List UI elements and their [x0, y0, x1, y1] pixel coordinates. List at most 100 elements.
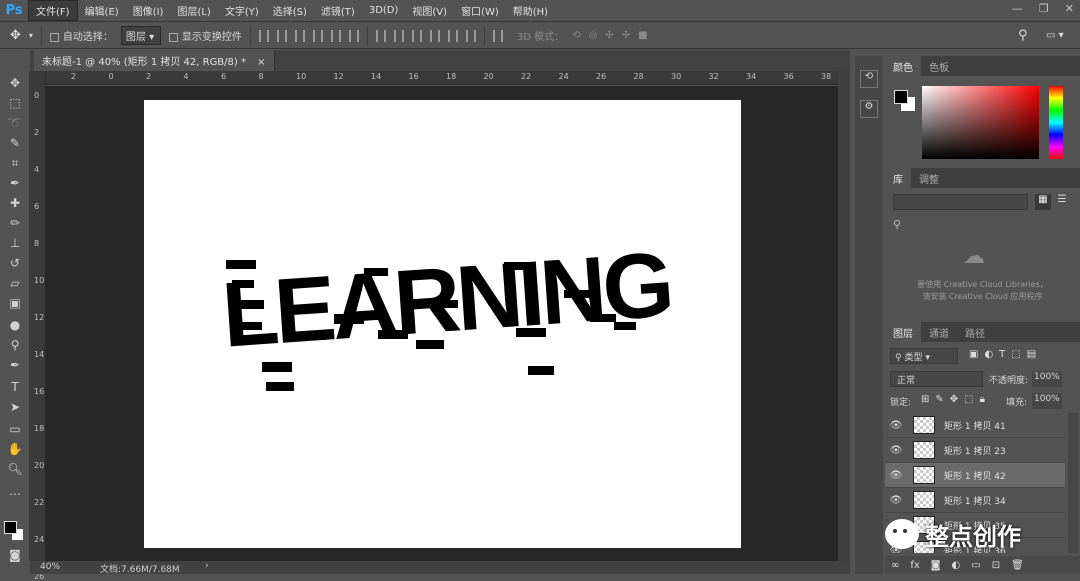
menu-window[interactable]: 窗口(W)	[454, 1, 506, 20]
history-panel-icon[interactable]: ⟲	[860, 70, 878, 88]
hand-tool-icon[interactable]: ✋	[7, 441, 23, 457]
group-icon[interactable]: ▭	[971, 560, 980, 571]
eraser-tool-icon[interactable]: ▱	[7, 275, 23, 291]
tab-layers[interactable]: 图层	[885, 321, 921, 343]
foreground-color-swatch[interactable]	[4, 521, 17, 534]
3d-scale-icon[interactable]: ■	[638, 30, 647, 41]
history-brush-tool-icon[interactable]: ↺	[7, 255, 23, 271]
align-middle-icon[interactable]	[276, 29, 287, 42]
align-center-icon[interactable]	[330, 29, 341, 42]
fx-icon[interactable]: fx	[910, 560, 919, 571]
grid-view-icon[interactable]: ▦	[1035, 194, 1051, 210]
3d-roll-icon[interactable]: ◎	[589, 30, 598, 41]
quick-mask-icon[interactable]: ◙	[7, 547, 23, 563]
visibility-eye-icon[interactable]: 👁︎	[885, 495, 907, 506]
auto-select-dropdown[interactable]: 图层 ▾	[120, 26, 161, 45]
distribute-bottom-icon[interactable]	[411, 29, 422, 42]
list-view-icon[interactable]: ☰	[1054, 194, 1070, 210]
new-layer-icon[interactable]: ⊡	[992, 560, 1000, 571]
dodge-tool-icon[interactable]: ⚲	[7, 337, 23, 353]
properties-panel-icon[interactable]: ⚙	[860, 100, 878, 118]
blur-tool-icon[interactable]: ●	[7, 317, 23, 333]
vertical-scrollbar[interactable]	[838, 71, 850, 561]
distribute-middle-icon[interactable]	[393, 29, 404, 42]
delete-layer-icon[interactable]: 🗑︎	[1011, 560, 1024, 571]
search-icon[interactable]: ⚲	[1018, 28, 1028, 43]
rectangle-tool-icon[interactable]: ▭	[7, 421, 23, 437]
color-picker-field[interactable]	[922, 86, 1039, 159]
gradient-tool-icon[interactable]: ▣	[7, 295, 23, 311]
3d-slide-icon[interactable]: ✢	[622, 30, 630, 41]
align-bottom-icon[interactable]	[294, 29, 305, 42]
menu-image[interactable]: 图像(I)	[126, 1, 171, 20]
eyedropper-tool-icon[interactable]: ✒	[7, 175, 23, 191]
visibility-eye-icon[interactable]: 👁︎	[885, 470, 907, 481]
menu-help[interactable]: 帮助(H)	[506, 1, 555, 20]
healing-brush-tool-icon[interactable]: ✚	[7, 195, 23, 211]
menu-view[interactable]: 视图(V)	[405, 1, 454, 20]
tab-color[interactable]: 颜色	[885, 55, 921, 77]
show-transform-checkbox[interactable]: 显示变换控件	[168, 28, 242, 43]
quick-select-tool-icon[interactable]: ✎	[7, 135, 23, 151]
layer-row[interactable]: 👁︎ 矩形 1 拷贝 41	[885, 413, 1065, 438]
move-tool-icon[interactable]: ✥	[10, 28, 21, 43]
marquee-tool-icon[interactable]: ⬚	[7, 95, 23, 111]
align-top-icon[interactable]	[258, 29, 269, 42]
lasso-tool-icon[interactable]: ➰	[7, 115, 23, 131]
layer-row[interactable]: 👁︎ 矩形 1 拷贝 42	[885, 463, 1065, 488]
mask-icon[interactable]: ◙	[931, 560, 941, 571]
layer-row[interactable]: 👁︎ 矩形 1 拷贝 23	[885, 438, 1065, 463]
tab-adjustments[interactable]: 调整	[911, 168, 947, 189]
menu-type[interactable]: 文字(Y)	[218, 1, 266, 20]
menu-edit[interactable]: 编辑(E)	[78, 1, 126, 20]
library-search-icon[interactable]: ⚲	[893, 218, 901, 231]
3d-drag-icon[interactable]: ✣	[605, 30, 613, 41]
tab-library[interactable]: 库	[885, 167, 911, 189]
layer-filter-dropdown[interactable]: ⚲ 类型 ▾	[890, 348, 958, 364]
distribute-center-icon[interactable]	[447, 29, 458, 42]
tab-paths[interactable]: 路径	[957, 322, 993, 343]
tab-swatches[interactable]: 色板	[921, 56, 957, 77]
adjustment-layer-icon[interactable]: ◐	[952, 560, 961, 571]
restore-icon[interactable]: ❐	[1039, 2, 1049, 15]
zoom-tool-icon[interactable]: 🔍︎	[7, 461, 23, 477]
menu-select[interactable]: 选择(S)	[266, 1, 314, 20]
layers-panel-scrollbar[interactable]	[1068, 413, 1078, 553]
zoom-level[interactable]: 40%	[40, 562, 60, 572]
panel-foreground-swatch[interactable]	[894, 90, 908, 104]
chevron-down-icon[interactable]: ▾	[29, 31, 33, 40]
path-select-tool-icon[interactable]: ➤	[7, 399, 23, 415]
minimize-icon[interactable]: —	[1012, 2, 1023, 15]
visibility-eye-icon[interactable]: 👁︎	[885, 420, 907, 431]
distribute-right-icon[interactable]	[465, 29, 476, 42]
type-tool-icon[interactable]: T	[7, 379, 23, 395]
workspace-icon[interactable]: ▭ ▾	[1046, 30, 1064, 41]
hue-slider[interactable]	[1049, 86, 1063, 159]
menu-file[interactable]: 文件(F)	[28, 0, 78, 21]
distribute-top-icon[interactable]	[375, 29, 386, 42]
crop-tool-icon[interactable]: ⌗	[7, 155, 23, 171]
move-tool-icon[interactable]: ✥	[7, 75, 23, 91]
auto-select-checkbox[interactable]: 自动选择：	[49, 28, 113, 43]
brush-tool-icon[interactable]: ✏	[7, 215, 23, 231]
close-tab-icon[interactable]: ×	[257, 57, 265, 68]
filter-icons[interactable]: ▣◐T⬚▤	[969, 349, 1042, 360]
document-canvas[interactable]: LEARNING	[144, 100, 741, 548]
menu-3d[interactable]: 3D(D)	[362, 3, 406, 18]
tab-channels[interactable]: 通道	[921, 322, 957, 343]
document-tab[interactable]: 未标题-1 @ 40% (矩形 1 拷贝 42, RGB/8) * ×	[34, 50, 275, 71]
auto-align-icon[interactable]	[492, 29, 503, 42]
blend-mode-dropdown[interactable]: 正常	[890, 371, 983, 387]
lock-icons[interactable]: ⊞✎✥⬚🔒︎	[921, 394, 991, 405]
menu-layer[interactable]: 图层(L)	[170, 1, 217, 20]
fill-input[interactable]: 100%	[1032, 393, 1062, 409]
align-right-icon[interactable]	[348, 29, 359, 42]
library-dropdown[interactable]	[893, 194, 1028, 210]
layer-row[interactable]: 👁︎ 矩形 1 拷贝 34	[885, 488, 1065, 513]
align-left-icon[interactable]	[312, 29, 323, 42]
opacity-input[interactable]: 100%	[1032, 371, 1062, 387]
3d-rotate-icon[interactable]: ⟲	[572, 30, 580, 41]
menu-filter[interactable]: 滤镜(T)	[314, 1, 362, 20]
more-tools-icon[interactable]: …	[7, 483, 23, 499]
pen-tool-icon[interactable]: ✒	[7, 357, 23, 373]
